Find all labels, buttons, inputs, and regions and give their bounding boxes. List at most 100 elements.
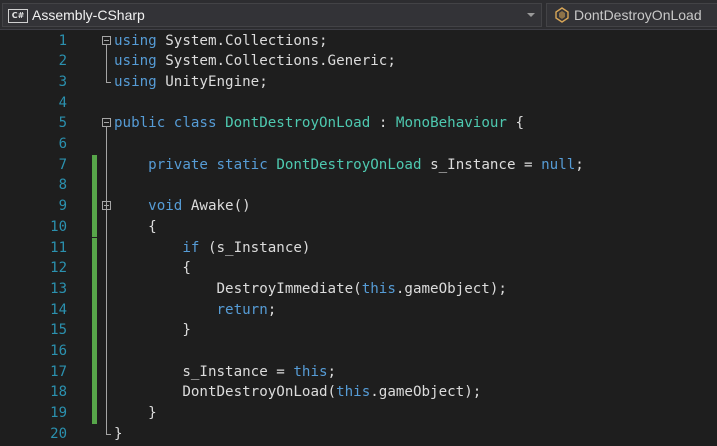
chevron-down-icon[interactable] <box>527 13 535 17</box>
code-token: .gameObject); <box>370 384 482 401</box>
code-text: using System.Collections.Generic; <box>114 51 396 72</box>
code-token: public <box>114 115 166 132</box>
code-text: DestroyImmediate(this.gameObject); <box>114 279 506 300</box>
line-number: 7 <box>58 156 67 173</box>
line-number: 2 <box>58 53 67 70</box>
code-token: System.Collections.Generic; <box>156 53 396 70</box>
code-token: ; <box>267 301 277 318</box>
code-token: DontDestroyOnLoad <box>225 115 371 132</box>
code-text: DontDestroyOnLoad(this.gameObject); <box>114 382 481 403</box>
navigation-bar: C# Assembly-CSharp DontDestroyOnLoad <box>0 0 717 30</box>
csharp-project-icon: C# <box>8 9 28 23</box>
code-token: { <box>114 218 157 235</box>
outline-guide-end <box>106 433 111 435</box>
change-marker <box>92 196 97 217</box>
project-dropdown[interactable]: C# Assembly-CSharp <box>2 3 542 27</box>
change-marker <box>92 299 97 321</box>
code-token: return <box>216 301 268 318</box>
change-marker <box>92 382 97 404</box>
line-number: 9 <box>58 198 67 215</box>
code-token: UnityEngine; <box>156 73 268 90</box>
outline-guide-end <box>106 81 111 83</box>
line-number: 6 <box>58 136 67 152</box>
line-number: 16 <box>50 343 67 359</box>
change-marker <box>92 320 97 341</box>
change-marker <box>92 403 97 424</box>
code-token: System.Collections; <box>156 32 328 49</box>
code-line[interactable]: 1 using System.Collections; <box>0 31 717 52</box>
code-line[interactable]: 15 } <box>0 320 717 341</box>
change-marker <box>92 216 97 238</box>
code-token: this <box>336 384 371 401</box>
code-text: } <box>114 424 123 445</box>
code-token: ; <box>575 156 584 173</box>
code-token: } <box>114 425 123 442</box>
code-token: using <box>114 73 157 90</box>
line-number: 4 <box>58 94 67 111</box>
change-marker <box>92 154 97 176</box>
code-line[interactable]: 10 { <box>0 216 717 238</box>
change-marker <box>92 175 97 197</box>
code-line[interactable]: 2 using System.Collections.Generic; <box>0 51 717 72</box>
code-text: { <box>114 217 157 238</box>
line-number: 13 <box>50 280 67 297</box>
change-marker <box>92 361 97 383</box>
code-text: s_Instance = this; <box>114 362 336 383</box>
code-line[interactable]: 13 DestroyImmediate(this.gameObject); <box>0 278 717 300</box>
line-number: 5 <box>58 115 67 132</box>
change-marker <box>92 258 97 279</box>
code-token: Awake() <box>182 198 251 215</box>
code-line[interactable]: 14 return; <box>0 299 717 321</box>
code-token: DontDestroyOnLoad <box>276 156 422 173</box>
code-editor[interactable]: 1 using System.Collections; 2 using System.… <box>0 30 717 446</box>
code-line[interactable]: 7 private static DontDestroyOnLoad s_Ins… <box>0 154 717 176</box>
code-line[interactable]: 17 s_Instance = this; <box>0 361 717 383</box>
code-token: private <box>148 156 208 173</box>
line-number: 18 <box>50 384 67 401</box>
code-token: } <box>114 322 191 339</box>
code-line[interactable]: 19 } <box>0 403 717 424</box>
code-token: : <box>370 115 396 132</box>
code-token: s_Instance = <box>421 156 542 173</box>
code-token: { <box>114 260 191 277</box>
type-name: DontDestroyOnLoad <box>574 7 702 23</box>
line-number: 15 <box>50 322 67 339</box>
code-text: { <box>114 258 191 279</box>
code-token: null <box>541 156 576 173</box>
code-line[interactable]: 9 void Awake() <box>0 196 717 217</box>
type-dropdown[interactable]: DontDestroyOnLoad <box>546 3 717 27</box>
code-token: DestroyImmediate( <box>114 280 362 297</box>
code-token: this <box>361 280 396 297</box>
code-line[interactable]: 12 { <box>0 258 717 279</box>
code-line[interactable]: 8 <box>0 175 717 197</box>
line-number: 17 <box>50 363 67 380</box>
code-text: public class DontDestroyOnLoad : MonoBeh… <box>114 113 524 134</box>
code-text: } <box>114 320 191 341</box>
code-line[interactable]: 5 public class DontDestroyOnLoad : MonoBe… <box>0 113 717 134</box>
code-token: (s_Instance) <box>199 239 311 256</box>
code-line[interactable]: 6 <box>0 134 717 155</box>
code-token: { <box>506 115 525 132</box>
code-token: void <box>148 198 183 215</box>
code-token: this <box>293 363 328 380</box>
code-line[interactable]: 18 DontDestroyOnLoad(this.gameObject); <box>0 382 717 404</box>
line-number: 20 <box>50 425 67 442</box>
line-number: 19 <box>50 405 67 422</box>
class-icon <box>555 7 569 23</box>
line-number: 10 <box>50 218 67 235</box>
code-text: return; <box>114 300 277 321</box>
line-number: 8 <box>58 177 67 194</box>
code-line[interactable]: 4 <box>0 93 717 114</box>
change-marker <box>92 278 97 300</box>
code-text: void Awake() <box>114 196 251 217</box>
code-token: static <box>216 156 268 173</box>
code-token: class <box>173 115 217 132</box>
code-line[interactable]: 11 if (s_Instance) <box>0 237 717 259</box>
code-line[interactable]: 16 <box>0 341 717 362</box>
code-text: private static DontDestroyOnLoad s_Insta… <box>114 155 584 176</box>
